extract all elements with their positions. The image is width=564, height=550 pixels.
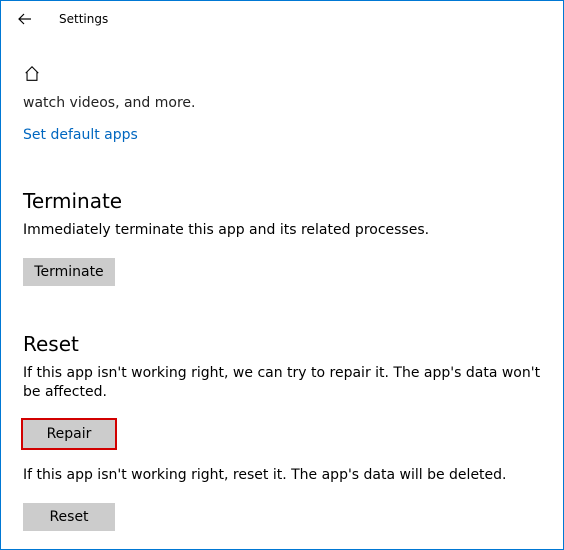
set-default-apps-link[interactable]: Set default apps <box>23 127 138 143</box>
home-icon[interactable] <box>23 65 563 87</box>
reset-button[interactable]: Reset <box>23 503 115 531</box>
repair-button[interactable]: Repair <box>23 420 115 448</box>
terminate-description: Immediately terminate this app and its r… <box>23 221 541 240</box>
back-button[interactable] <box>9 3 41 35</box>
reset-heading: Reset <box>23 332 541 356</box>
repair-description: If this app isn't working right, we can … <box>23 364 541 402</box>
reset-description: If this app isn't working right, reset i… <box>23 466 541 485</box>
terminate-heading: Terminate <box>23 189 541 213</box>
truncated-description: watch videos, and more. <box>23 95 541 111</box>
window-title: Settings <box>59 12 108 26</box>
back-arrow-icon <box>17 11 33 27</box>
titlebar: Settings <box>1 1 563 37</box>
content-area: watch videos, and more. Set default apps… <box>1 95 563 531</box>
terminate-button[interactable]: Terminate <box>23 258 115 286</box>
